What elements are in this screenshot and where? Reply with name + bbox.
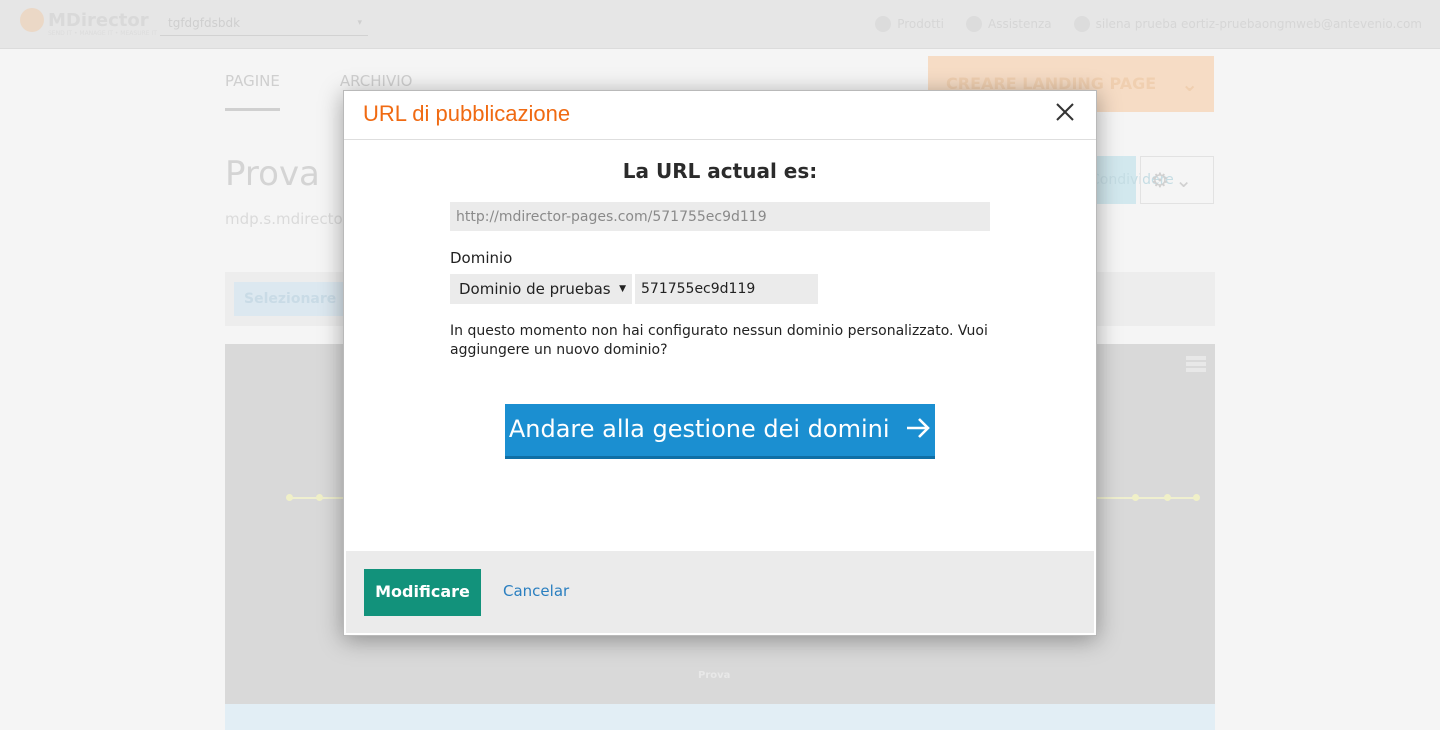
help-label: Assistenza bbox=[987, 17, 1052, 31]
settings-button[interactable]: ⚙ ⌄ bbox=[1140, 156, 1214, 204]
top-bar: MDirector SEND IT • MANAGE IT • MEASURE … bbox=[0, 0, 1440, 49]
chart-legend[interactable]: Prova bbox=[698, 670, 730, 681]
top-right-menu: Prodotti Assistenza silena prueba eortiz… bbox=[875, 16, 1422, 32]
go-to-domain-management-button[interactable]: Andare alla gestione dei domini bbox=[505, 404, 935, 459]
page-subtitle: mdp.s.mdirector bbox=[225, 210, 349, 228]
account-select[interactable]: tgfdgfdsbdk ▾ bbox=[160, 10, 368, 36]
page-title: Prova bbox=[225, 154, 320, 194]
dialog-footer: Modificare Cancelar bbox=[346, 551, 1094, 633]
help-link[interactable]: Assistenza bbox=[965, 16, 1052, 32]
grid-icon bbox=[875, 16, 892, 32]
logo-subtitle: SEND IT • MANAGE IT • MEASURE IT bbox=[48, 30, 157, 37]
domain-select-value: Dominio de pruebas bbox=[459, 280, 611, 298]
go-to-domain-management-label: Andare alla gestione dei domini bbox=[508, 415, 890, 443]
user-label: silena prueba eortiz-pruebaongmweb@antev… bbox=[1095, 17, 1422, 31]
current-url-field[interactable] bbox=[450, 202, 990, 231]
current-url-heading: La URL actual es: bbox=[622, 159, 818, 183]
gear-icon: ⚙ ⌄ bbox=[1151, 168, 1193, 192]
arrow-right-icon bbox=[907, 418, 931, 438]
close-button[interactable] bbox=[1054, 101, 1076, 123]
chart-point bbox=[286, 494, 293, 501]
chevron-down-icon: ▼ bbox=[619, 284, 626, 294]
products-link[interactable]: Prodotti bbox=[875, 16, 944, 32]
publication-url-dialog: URL di pubblicazione La URL actual es: D… bbox=[343, 90, 1097, 636]
close-icon bbox=[1056, 103, 1074, 121]
logo-text: MDirector bbox=[48, 9, 149, 31]
dialog-title: URL di pubblicazione bbox=[363, 101, 571, 126]
products-label: Prodotti bbox=[897, 17, 944, 31]
help-icon bbox=[965, 16, 982, 32]
chart-point bbox=[1193, 494, 1200, 501]
chart-point bbox=[316, 494, 323, 501]
cancel-link[interactable]: Cancelar bbox=[503, 582, 569, 600]
hamburger-menu-icon[interactable] bbox=[1186, 356, 1206, 372]
app-logo[interactable]: MDirector SEND IT • MANAGE IT • MEASURE … bbox=[20, 8, 157, 37]
account-select-value: tgfdgfdsbdk bbox=[168, 16, 241, 30]
modify-button[interactable]: Modificare bbox=[364, 569, 481, 616]
select-chip[interactable]: Selezionare bbox=[234, 282, 347, 316]
domain-label: Dominio bbox=[450, 249, 513, 267]
user-menu[interactable]: silena prueba eortiz-pruebaongmweb@antev… bbox=[1073, 16, 1422, 32]
domain-select[interactable]: Dominio de pruebas ▼ bbox=[450, 274, 632, 304]
chart-point bbox=[1164, 494, 1171, 501]
user-icon bbox=[1073, 16, 1090, 32]
subdomain-input[interactable] bbox=[635, 274, 818, 304]
chevron-down-icon: ▾ bbox=[357, 18, 362, 28]
tab-pages[interactable]: PAGINE bbox=[225, 72, 280, 111]
logo-icon bbox=[20, 8, 44, 32]
dialog-header: URL di pubblicazione bbox=[344, 91, 1096, 140]
chart-point bbox=[1132, 494, 1139, 501]
no-domain-info-text: In questo momento non hai configurato ne… bbox=[450, 323, 988, 358]
chevron-down-icon: ⌄ bbox=[1181, 72, 1198, 96]
bottom-strip bbox=[225, 704, 1215, 730]
